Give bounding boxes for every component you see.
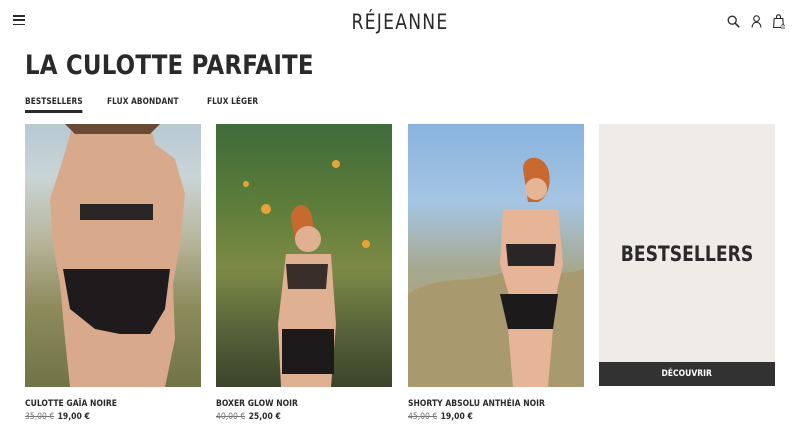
old-price: 40,00 € (216, 412, 246, 422)
old-price: 45,00 € (408, 412, 438, 422)
discover-button[interactable]: DÉCOUVRIR (599, 362, 775, 386)
product-card[interactable]: SHORTY ABSOLU ANTHÉIA NOIR 45,00 €19,00 … (408, 124, 584, 422)
product-card[interactable]: BOXER GLOW NOIR 40,00 €25,00 € (216, 124, 392, 422)
sale-price: 19,00 € (440, 412, 473, 422)
sale-price: 25,00 € (248, 412, 281, 422)
product-name[interactable]: SHORTY ABSOLU ANTHÉIA NOIR (408, 399, 558, 409)
cart-count: 0 (782, 25, 784, 29)
old-price: 35,00 € (25, 412, 55, 422)
account-icon[interactable] (749, 13, 763, 29)
tab-flux-abondant[interactable]: FLUX ABONDANT (107, 97, 179, 113)
tab-bestsellers[interactable]: BESTSELLERS (25, 97, 83, 113)
product-image[interactable] (216, 124, 392, 387)
product-name[interactable]: BOXER GLOW NOIR (216, 399, 366, 409)
header-icons: 0 (726, 13, 786, 29)
sale-price: 19,00 € (57, 412, 90, 422)
bestsellers-promo[interactable]: BESTSELLERS DÉCOUVRIR (599, 124, 775, 386)
hamburger-icon[interactable] (13, 15, 25, 26)
product-image[interactable] (408, 124, 584, 387)
product-card[interactable]: CULOTTE GAÏA NOIRE 35,00 €19,00 € (25, 124, 201, 422)
product-image[interactable] (25, 124, 201, 387)
product-price: 35,00 €19,00 € (25, 412, 175, 422)
site-header: RÉJEANNE 0 (0, 0, 800, 44)
product-price: 45,00 €19,00 € (408, 412, 558, 422)
cart-icon[interactable]: 0 (772, 13, 786, 29)
discover-button-label: DÉCOUVRIR (661, 369, 713, 379)
filter-tabs: BESTSELLERS FLUX ABONDANT FLUX LÉGER (25, 97, 269, 113)
tab-flux-leger[interactable]: FLUX LÉGER (207, 97, 258, 113)
product-name[interactable]: CULOTTE GAÏA NOIRE (25, 399, 175, 409)
brand-logo[interactable]: RÉJEANNE (72, 10, 728, 34)
page-title: LA CULOTTE PARFAITE (25, 50, 314, 81)
search-icon[interactable] (726, 13, 740, 29)
promo-title: BESTSELLERS (620, 242, 754, 266)
product-price: 40,00 €25,00 € (216, 412, 366, 422)
